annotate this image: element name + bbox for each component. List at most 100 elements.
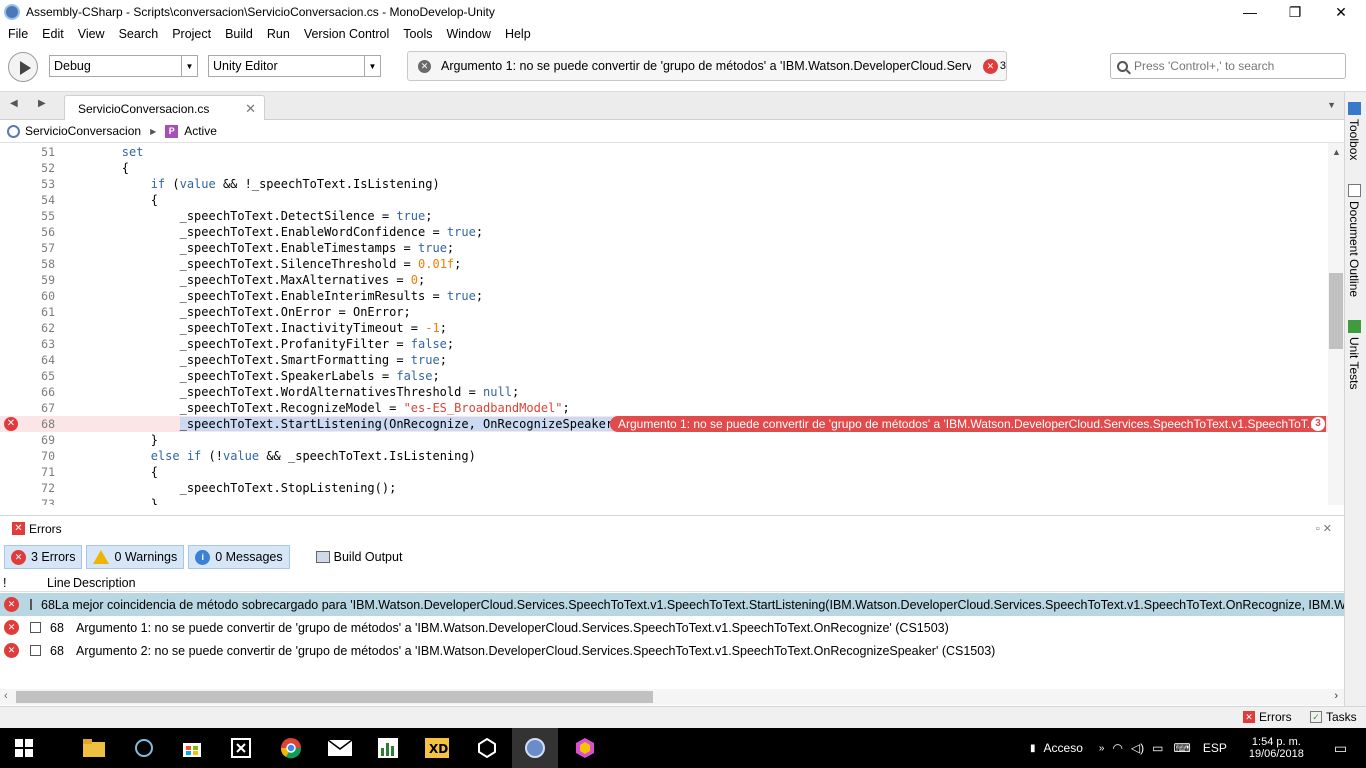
volume-icon[interactable]: ◁) bbox=[1131, 741, 1144, 755]
action-center-icon[interactable]: ▭ bbox=[1334, 740, 1347, 757]
menu-edit[interactable]: Edit bbox=[34, 27, 70, 41]
scroll-up-icon[interactable]: ▲ bbox=[1332, 147, 1341, 157]
error-row[interactable]: ✕ 68 La mejor coincidencia de método sob… bbox=[0, 593, 1344, 616]
column-description[interactable]: Description bbox=[73, 574, 136, 592]
xd-app-icon[interactable]: XD bbox=[425, 736, 449, 760]
column-flag[interactable]: ! bbox=[3, 574, 6, 592]
code-line[interactable]: 52 { bbox=[0, 160, 1328, 176]
unit-tests-tab[interactable]: Unit Tests bbox=[1347, 320, 1361, 389]
menu-search[interactable]: Search bbox=[111, 27, 165, 41]
menu-version-control[interactable]: Version Control bbox=[296, 27, 395, 41]
inline-error-bubble[interactable]: Argumento 1: no se puede convertir de 'g… bbox=[610, 416, 1326, 432]
tab-list-chevron-icon[interactable]: ▼ bbox=[1327, 100, 1336, 110]
menu-window[interactable]: Window bbox=[438, 27, 496, 41]
scroll-left-icon[interactable]: ‹ bbox=[4, 690, 8, 702]
clock[interactable]: 1:54 p. m. 19/06/2018 bbox=[1249, 736, 1304, 760]
code-line[interactable]: 60 _speechToText.EnableInterimResults = … bbox=[0, 288, 1328, 304]
close-tab-icon[interactable]: ✕ bbox=[245, 101, 256, 117]
search-box[interactable]: Press 'Control+,' to search bbox=[1110, 53, 1346, 79]
errors-filter-button[interactable]: ✕ 3 Errors bbox=[4, 545, 83, 569]
target-select[interactable]: Unity Editor ▼ bbox=[208, 55, 381, 77]
build-output-button[interactable]: Build Output bbox=[315, 550, 402, 564]
chrome-icon[interactable] bbox=[279, 736, 303, 760]
editor-vertical-scrollbar[interactable]: ▲ bbox=[1328, 143, 1344, 505]
error-row-checkbox[interactable] bbox=[30, 599, 32, 610]
toolbox-tab[interactable]: Toolbox bbox=[1347, 102, 1361, 160]
warnings-filter-button[interactable]: 0 Warnings bbox=[86, 545, 185, 569]
code-line[interactable]: 58 _speechToText.SilenceThreshold = 0.01… bbox=[0, 256, 1328, 272]
code-line[interactable]: 65 _speechToText.SpeakerLabels = false; bbox=[0, 368, 1328, 384]
errors-horizontal-scrollbar[interactable]: ‹ › bbox=[0, 689, 1344, 705]
monodevelop-taskbar-icon[interactable] bbox=[512, 728, 558, 768]
error-row-checkbox[interactable] bbox=[30, 645, 41, 656]
acceso-label[interactable]: Acceso bbox=[1044, 741, 1083, 755]
code-line[interactable]: 53 if (value && !_speechToText.IsListeni… bbox=[0, 176, 1328, 192]
mail-icon[interactable] bbox=[328, 736, 352, 760]
configuration-select[interactable]: Debug ▼ bbox=[49, 55, 198, 77]
unity-icon[interactable] bbox=[475, 736, 499, 760]
error-row[interactable]: ✕ 68 Argumento 1: no se puede convertir … bbox=[0, 616, 1344, 639]
code-line[interactable]: 67 _speechToText.RecognizeModel = "es-ES… bbox=[0, 400, 1328, 416]
scrollbar-thumb[interactable] bbox=[1329, 273, 1343, 349]
people-icon[interactable]: ▮ bbox=[1030, 743, 1036, 754]
code-line-error[interactable]: ✕ 68 _speechToText.StartListening(OnRecog… bbox=[0, 416, 1328, 432]
minimize-button[interactable]: — bbox=[1227, 0, 1273, 24]
chart-app-icon[interactable] bbox=[376, 736, 400, 760]
code-line[interactable]: 70 else if (!value && _speechToText.IsLi… bbox=[0, 448, 1328, 464]
breadcrumb-member[interactable]: Active bbox=[184, 124, 217, 138]
windows-start-icon[interactable] bbox=[12, 736, 36, 760]
display-icon[interactable]: ▭ bbox=[1152, 741, 1163, 755]
code-line[interactable]: 73 } bbox=[0, 496, 1328, 505]
status-tasks-button[interactable]: ✓ Tasks bbox=[1310, 710, 1357, 724]
messages-filter-button[interactable]: i 0 Messages bbox=[188, 545, 290, 569]
tab-servicioconversacion[interactable]: ServicioConversacion.cs ✕ bbox=[64, 95, 265, 121]
error-row[interactable]: ✕ 68 Argumento 2: no se puede convertir … bbox=[0, 639, 1344, 662]
browser-swirl-icon[interactable] bbox=[132, 736, 156, 760]
hexagon-app-icon[interactable] bbox=[573, 736, 597, 760]
column-line[interactable]: Line bbox=[47, 574, 71, 592]
code-line[interactable]: 61 _speechToText.OnError = OnError; bbox=[0, 304, 1328, 320]
status-errors-button[interactable]: ✕ Errors bbox=[1243, 710, 1292, 724]
code-line[interactable]: 63 _speechToText.ProfanityFilter = false… bbox=[0, 336, 1328, 352]
file-explorer-icon[interactable] bbox=[82, 736, 106, 760]
tray-overflow-icon[interactable]: » bbox=[1099, 743, 1105, 754]
menu-view[interactable]: View bbox=[70, 27, 111, 41]
restore-button[interactable]: ❐ bbox=[1272, 0, 1318, 24]
menu-run[interactable]: Run bbox=[259, 27, 296, 41]
document-outline-tab[interactable]: Document Outline bbox=[1347, 184, 1361, 297]
network-icon[interactable]: ◠ bbox=[1112, 741, 1122, 755]
menu-project[interactable]: Project bbox=[164, 27, 217, 41]
menu-tools[interactable]: Tools bbox=[395, 27, 438, 41]
scrollbar-thumb[interactable] bbox=[16, 691, 653, 703]
code-editor[interactable]: 51 set 52 {53 if (value && !_speechToText… bbox=[0, 143, 1328, 505]
menu-help[interactable]: Help bbox=[497, 27, 537, 41]
close-window-button[interactable]: ✕ bbox=[1318, 0, 1364, 24]
code-line[interactable]: 71 { bbox=[0, 464, 1328, 480]
error-marker-icon[interactable]: ✕ bbox=[4, 417, 18, 431]
keyboard-icon[interactable]: ⌨ bbox=[1174, 741, 1191, 755]
code-line[interactable]: 72 _speechToText.StopListening(); bbox=[0, 480, 1328, 496]
nav-forward-icon[interactable]: ▶ bbox=[38, 98, 46, 109]
error-row-checkbox[interactable] bbox=[30, 622, 41, 633]
pad-controls[interactable]: ▫ ✕ bbox=[1316, 522, 1332, 535]
nav-back-icon[interactable]: ◀ bbox=[10, 98, 18, 109]
store-icon[interactable] bbox=[180, 736, 204, 760]
code-line[interactable]: 66 _speechToText.WordAlternativesThresho… bbox=[0, 384, 1328, 400]
menu-file[interactable]: File bbox=[0, 27, 34, 41]
visual-studio-icon[interactable] bbox=[229, 736, 253, 760]
run-button[interactable] bbox=[8, 52, 38, 82]
code-line[interactable]: 51 set bbox=[0, 144, 1328, 160]
breadcrumb-class[interactable]: ServicioConversacion bbox=[25, 124, 141, 138]
language-indicator[interactable]: ESP bbox=[1203, 741, 1227, 755]
scroll-right-icon[interactable]: › bbox=[1334, 690, 1338, 702]
status-area[interactable]: ✕ Argumento 1: no se puede convertir de … bbox=[407, 51, 1007, 81]
code-line[interactable]: 62 _speechToText.InactivityTimeout = -1; bbox=[0, 320, 1328, 336]
code-line[interactable]: 57 _speechToText.EnableTimestamps = true… bbox=[0, 240, 1328, 256]
code-line[interactable]: 69 } bbox=[0, 432, 1328, 448]
code-line[interactable]: 55 _speechToText.DetectSilence = true; bbox=[0, 208, 1328, 224]
menu-build[interactable]: Build bbox=[217, 27, 259, 41]
code-line[interactable]: 54 { bbox=[0, 192, 1328, 208]
code-line[interactable]: 64 _speechToText.SmartFormatting = true; bbox=[0, 352, 1328, 368]
code-line[interactable]: 59 _speechToText.MaxAlternatives = 0; bbox=[0, 272, 1328, 288]
code-line[interactable]: 56 _speechToText.EnableWordConfidence = … bbox=[0, 224, 1328, 240]
